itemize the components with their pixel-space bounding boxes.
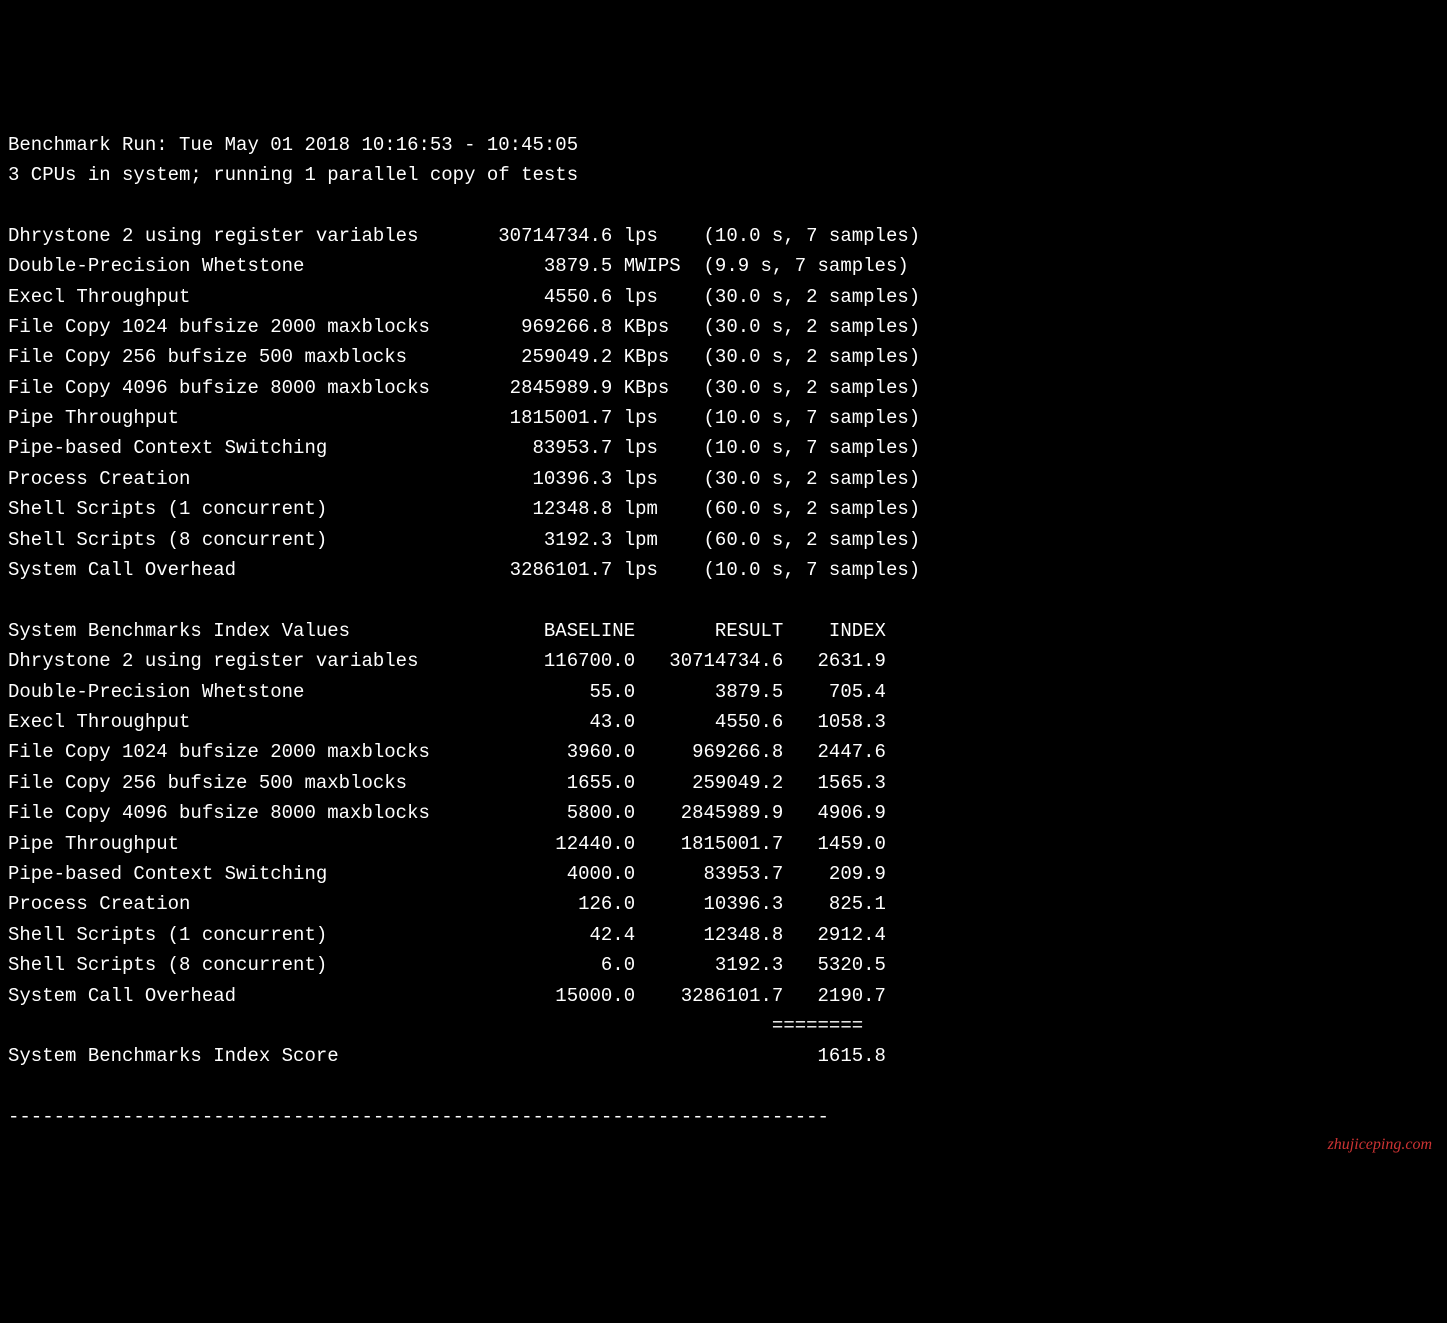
terminal-output: Benchmark Run: Tue May 01 2018 10:16:53 …: [8, 130, 1439, 1133]
hr-line: ----------------------------------------…: [8, 1106, 829, 1128]
tests-section: Dhrystone 2 using register variables 307…: [8, 221, 1439, 586]
score-line: System Benchmarks Index Score 1615.8: [8, 1041, 1439, 1071]
score-divider: ========: [8, 1015, 863, 1037]
index-section: System Benchmarks Index Values BASELINE …: [8, 616, 1439, 1011]
cpu-info-line: 3 CPUs in system; running 1 parallel cop…: [8, 164, 578, 186]
benchmark-header-line: Benchmark Run: Tue May 01 2018 10:16:53 …: [8, 134, 578, 156]
watermark-text: zhujiceping.com: [1328, 1132, 1432, 1158]
